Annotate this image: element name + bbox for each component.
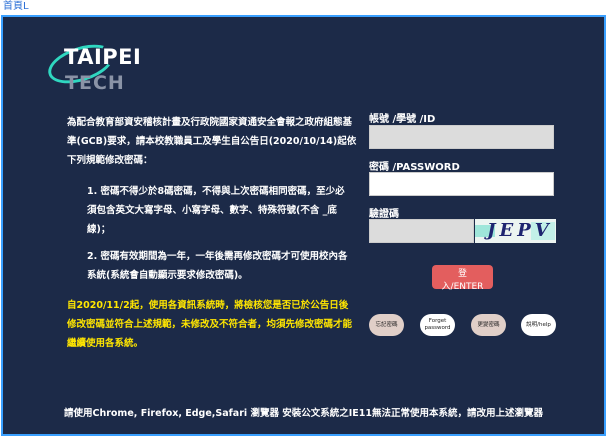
enforcement-notice: 自2020/11/2起，使用各資訊系統時，將檢核您是否已於公告日後修改密碼並符合… [67,300,353,349]
captcha-input[interactable] [369,219,474,243]
password-label: 密碼 /PASSWORD [369,162,460,173]
browser-notice-footer: 請使用Chrome, Firefox, Edge,Safari 瀏覽器 安裝公文… [63,408,544,419]
captcha-image[interactable]: JEPV [475,219,556,243]
change-password-button[interactable]: 更變密碼 [471,314,506,336]
account-label: 帳號 /學號 /ID [369,114,436,125]
forgot-password-button-en[interactable]: Forget password [420,314,455,336]
password-rule-1: 1. 密碼不得少於8碼密碼，不得與上次密碼相同密碼，至少必須包含英文大寫字母、小… [87,186,345,235]
login-button[interactable]: 登入/ENTER [432,265,493,292]
logo-text-tech: TECH [65,72,125,94]
captcha-label: 驗證碼 [369,209,399,220]
logo-text-taipei: TAIPEI [64,45,142,69]
help-button[interactable]: 說明/help [521,314,556,336]
account-input[interactable] [369,125,554,149]
intro-paragraph: 為配合教育部資安稽核計畫及行政院國家資通安全會報之政府組態基準(GCB)要求，請… [67,117,357,166]
top-bar: 首頁L [0,0,607,14]
captcha-text: JEPV [487,220,553,241]
password-rule-2: 2. 密碼有效期間為一年，一年後需再修改密碼才可使用校內各系統(系統會自動顯示要… [87,251,348,281]
forgot-password-button-zh[interactable]: 忘記密碼 [369,314,404,336]
taipei-tech-logo: TAIPEI TECH [43,35,143,95]
home-link[interactable]: 首頁L [3,1,29,13]
password-input[interactable] [369,172,554,196]
